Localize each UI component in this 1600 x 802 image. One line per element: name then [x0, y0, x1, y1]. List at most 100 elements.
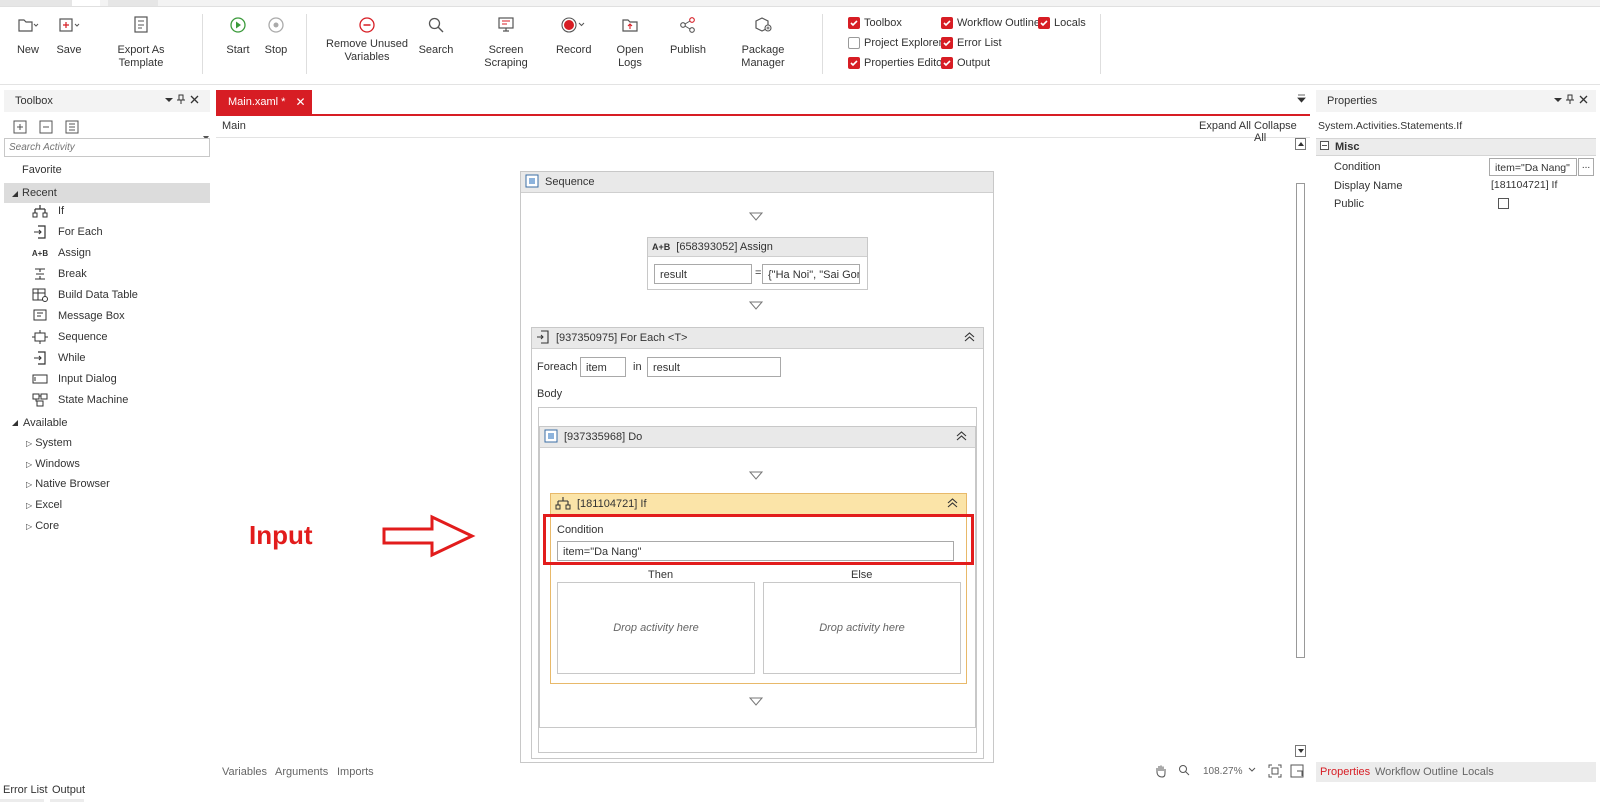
project-explorer-toggle[interactable]: Project Explorer: [848, 37, 942, 49]
expand-all-icon[interactable]: [12, 120, 28, 137]
tab-arguments[interactable]: Arguments: [275, 766, 328, 778]
prop-condition-value[interactable]: item="Da Nang": [1489, 158, 1577, 176]
then-drop-zone[interactable]: Drop activity here: [557, 582, 755, 674]
toolbox-item-input-dialog[interactable]: Input Dialog: [32, 369, 117, 389]
collapse-chevron-icon[interactable]: [947, 498, 958, 511]
tab-locals[interactable]: Locals: [1462, 766, 1494, 778]
expand-all-link[interactable]: Expand All: [1199, 120, 1251, 132]
for-each-activity[interactable]: [937350975] For Each <T> Foreach item in…: [531, 327, 984, 759]
foreach-item-field[interactable]: item: [580, 357, 626, 377]
if-activity[interactable]: [181104721] If Condition item="Da Nang" …: [543, 493, 974, 684]
designer-vertical-scrollbar[interactable]: [1294, 138, 1307, 760]
available-item-label: System: [35, 437, 72, 449]
assign-value-field[interactable]: {"Ha Noi", "Sai Gon": [762, 264, 860, 284]
pin-icon[interactable]: [177, 90, 185, 112]
tab-overflow-icon[interactable]: [1297, 94, 1306, 106]
toolbox-panel: Toolbox Favorite Recent If For Each A+B …: [4, 90, 210, 780]
collapse-chevron-icon[interactable]: [964, 332, 975, 345]
available-item-windows[interactable]: ▷ Windows: [26, 458, 80, 470]
zoom-icon[interactable]: [1178, 764, 1190, 779]
assign-to-field[interactable]: result: [654, 264, 752, 284]
assign-activity[interactable]: A+B [658393052] Assign result = {"Ha Noi…: [647, 237, 868, 290]
pan-hand-icon[interactable]: [1154, 764, 1168, 781]
foreach-collection-field[interactable]: result: [647, 357, 781, 377]
checkbox-checked-icon: [848, 17, 860, 29]
scroll-thumb[interactable]: [1296, 183, 1305, 658]
stop-button[interactable]: Stop: [260, 14, 292, 57]
search-button[interactable]: Search: [418, 14, 454, 57]
zoom-dropdown-icon[interactable]: [1248, 765, 1256, 777]
breadcrumb[interactable]: Main: [222, 120, 246, 132]
tab-variables[interactable]: Variables: [222, 766, 267, 778]
dropdown-arrow-icon[interactable]: [165, 90, 173, 112]
tab-properties[interactable]: Properties: [1320, 766, 1370, 778]
publish-button[interactable]: Publish: [668, 14, 708, 57]
prop-display-name-value[interactable]: [181104721] If: [1491, 179, 1557, 191]
toolbox-item-assign[interactable]: A+B Assign: [32, 243, 91, 263]
available-item-excel[interactable]: ▷ Excel: [26, 499, 62, 511]
toolbox-item-if[interactable]: If: [32, 201, 64, 221]
top-tab-active[interactable]: [72, 0, 100, 6]
new-button[interactable]: New: [12, 14, 44, 57]
prop-condition-ellipsis-button[interactable]: ...: [1578, 158, 1594, 176]
tab-output[interactable]: Output: [52, 784, 85, 796]
screen-scraping-button[interactable]: Screen Scraping: [466, 14, 546, 70]
do-sequence-activity[interactable]: [937335968] Do [181104721] If Condition …: [539, 426, 976, 728]
remove-unused-label-line2: Variables: [344, 51, 390, 63]
toolbox-item-label: While: [58, 352, 86, 364]
scroll-up-icon[interactable]: [1295, 138, 1306, 150]
recent-group[interactable]: Recent: [4, 183, 210, 203]
close-icon[interactable]: [1579, 90, 1588, 112]
toolbox-item-message-box[interactable]: Message Box: [32, 306, 125, 326]
tab-error-list[interactable]: Error List: [3, 784, 48, 796]
workflow-outline-toggle[interactable]: Workflow Outline: [941, 17, 1040, 29]
available-group[interactable]: Available: [11, 417, 67, 429]
pin-icon[interactable]: [1566, 90, 1574, 112]
start-button[interactable]: Start: [222, 14, 254, 57]
list-view-icon[interactable]: [64, 120, 80, 137]
sequence-activity[interactable]: Sequence A+B [658393052] Assign result =…: [520, 171, 994, 763]
properties-section-misc[interactable]: Misc: [1316, 138, 1596, 156]
available-item-system[interactable]: ▷ System: [26, 437, 72, 449]
toolbox-item-state-machine[interactable]: State Machine: [32, 390, 128, 410]
collapse-all-icon[interactable]: [38, 120, 54, 137]
search-activity-input[interactable]: [4, 138, 210, 157]
properties-editor-toggle[interactable]: Properties Editor: [848, 57, 946, 69]
top-tab[interactable]: [0, 0, 72, 6]
toolbox-item-while[interactable]: While: [32, 348, 86, 368]
toolbox-item-sequence[interactable]: Sequence: [32, 327, 108, 347]
prop-public-checkbox[interactable]: [1498, 198, 1509, 209]
favorite-group[interactable]: Favorite: [22, 164, 62, 176]
record-button[interactable]: Record: [556, 14, 591, 57]
condition-input[interactable]: item="Da Nang": [557, 541, 954, 561]
zoom-level[interactable]: 108.27%: [1203, 766, 1242, 777]
toolbox-toggle[interactable]: Toolbox: [848, 17, 902, 29]
toolbox-item-label: Message Box: [58, 310, 125, 322]
else-drop-zone[interactable]: Drop activity here: [763, 582, 961, 674]
package-manager-button[interactable]: Package Manager: [720, 14, 806, 70]
toolbox-item-break[interactable]: Break: [32, 264, 87, 284]
top-tab[interactable]: [108, 0, 158, 6]
toolbox-item-build-data-table[interactable]: Build Data Table: [32, 285, 138, 305]
open-logs-button[interactable]: Open Logs: [604, 14, 656, 70]
close-icon[interactable]: ✕: [295, 95, 305, 109]
locals-toggle[interactable]: Locals: [1038, 17, 1086, 29]
overview-map-icon[interactable]: [1290, 764, 1304, 781]
save-button[interactable]: Save: [52, 14, 86, 57]
available-item-native-browser[interactable]: ▷ Native Browser: [26, 478, 110, 490]
dropdown-arrow-icon[interactable]: [1554, 90, 1562, 112]
toolbox-item-for-each[interactable]: For Each: [32, 222, 103, 242]
output-toggle[interactable]: Output: [941, 57, 990, 69]
collapse-chevron-icon[interactable]: [956, 431, 967, 444]
tab-main-xaml[interactable]: Main.xaml * ✕: [216, 90, 312, 114]
error-list-toggle[interactable]: Error List: [941, 37, 1002, 49]
remove-unused-variables-button[interactable]: Remove Unused Variables: [326, 14, 408, 64]
scroll-down-icon[interactable]: [1295, 745, 1306, 757]
close-icon[interactable]: [190, 90, 199, 112]
tab-imports[interactable]: Imports: [337, 766, 374, 778]
export-template-button[interactable]: Export As Template: [96, 14, 186, 70]
fit-to-screen-icon[interactable]: [1268, 764, 1282, 781]
available-item-core[interactable]: ▷ Core: [26, 520, 59, 532]
sequence-activity-icon: [544, 429, 558, 446]
tab-workflow-outline[interactable]: Workflow Outline: [1375, 766, 1458, 778]
